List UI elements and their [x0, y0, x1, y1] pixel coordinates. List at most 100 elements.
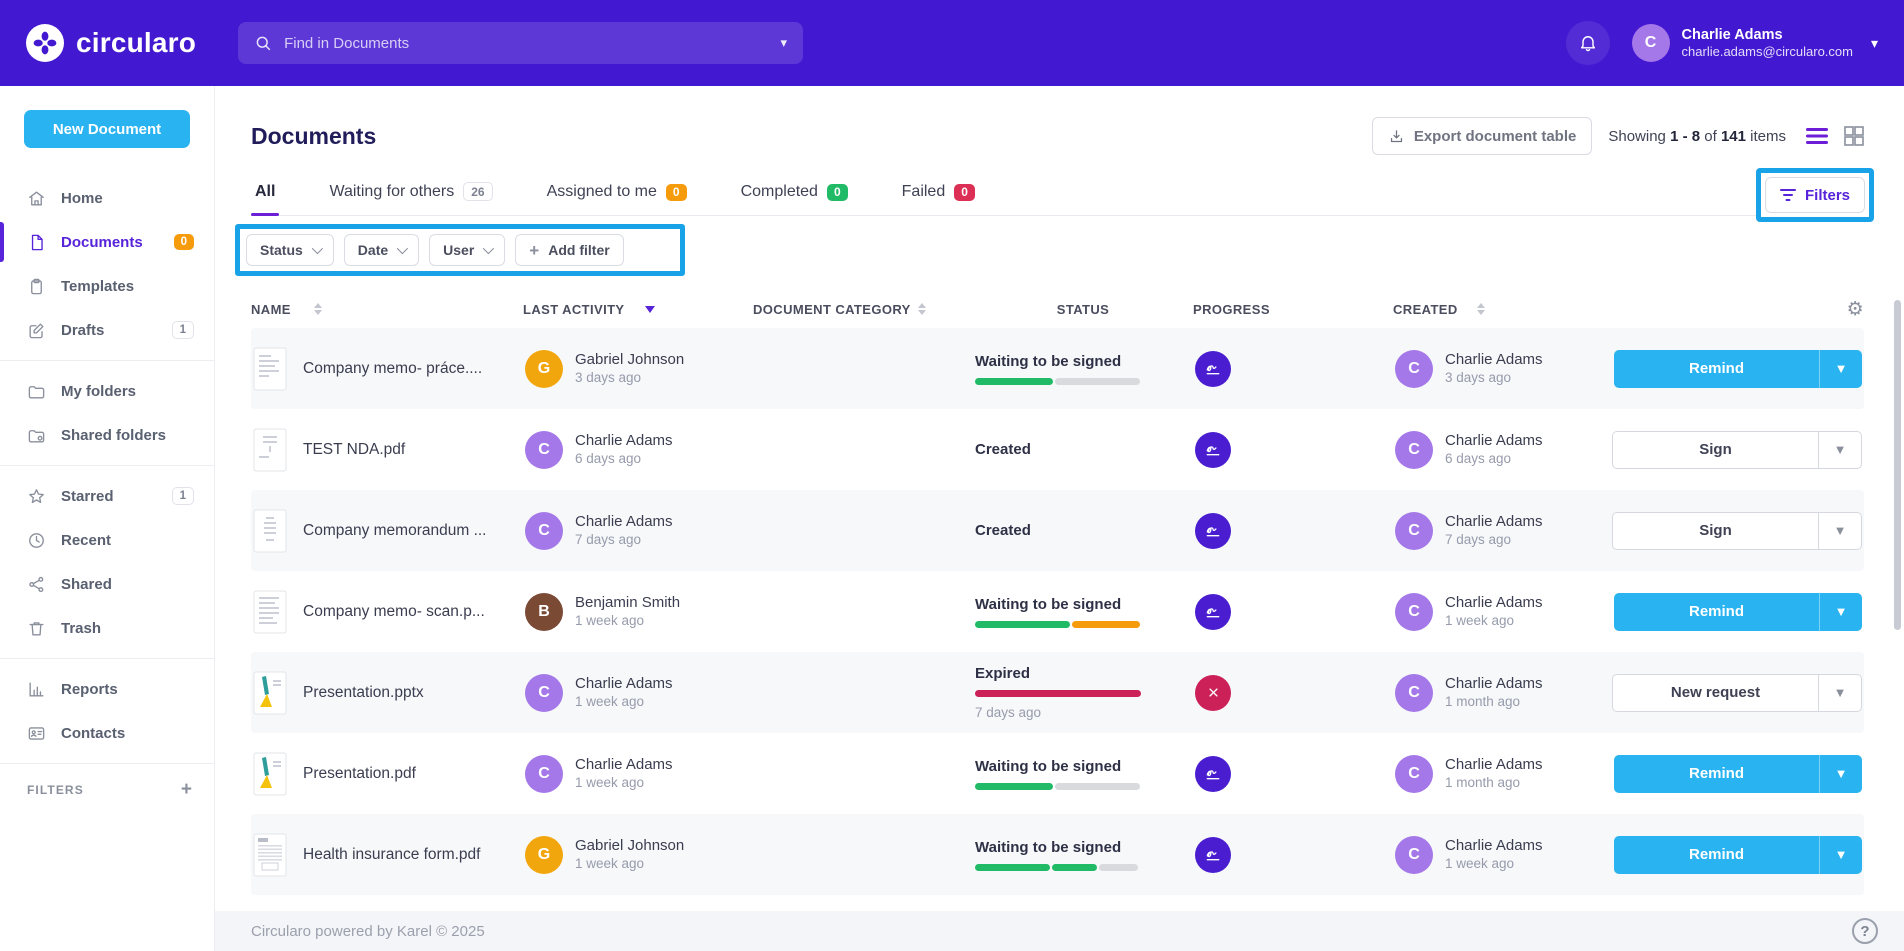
action-dropdown-caret[interactable]: ▼	[1819, 755, 1862, 793]
tab-badge: 26	[463, 182, 492, 201]
sidebar-item-home[interactable]: Home	[0, 176, 214, 220]
activity-time: 1 week ago	[575, 693, 673, 711]
user-menu[interactable]: C Charlie Adams charlie.adams@circularo.…	[1632, 24, 1878, 62]
grid-view-toggle[interactable]	[1844, 126, 1864, 146]
user-filter-chip[interactable]: User	[429, 234, 505, 266]
showing-count: Showing 1 - 8 of 141 items	[1608, 128, 1786, 145]
export-document-table-button[interactable]: Export document table	[1372, 117, 1593, 155]
remind-button[interactable]: Remind ▼	[1614, 593, 1862, 631]
divider	[0, 360, 214, 361]
remind-button[interactable]: Remind ▼	[1614, 350, 1862, 388]
sidebar-item-trash[interactable]: Trash	[0, 606, 214, 650]
date-filter-chip[interactable]: Date	[344, 234, 419, 266]
remind-button[interactable]: Remind ▼	[1614, 755, 1862, 793]
action-dropdown-caret[interactable]: ▼	[1819, 593, 1862, 631]
tab-failed[interactable]: Failed0	[898, 183, 979, 215]
table-row[interactable]: Presentation.pptx C Charlie Adams1 week …	[251, 652, 1864, 733]
table-header: NAME LAST ACTIVITY DOCUMENT CATEGORY STA…	[251, 290, 1864, 328]
sidebar-item-contacts[interactable]: Contacts	[0, 711, 214, 755]
table-row[interactable]: Presentation.pdf C Charlie Adams1 week a…	[251, 733, 1864, 814]
column-header-name[interactable]: NAME	[251, 302, 523, 317]
sort-icon[interactable]	[918, 303, 926, 315]
sign-button[interactable]: Sign ▼	[1612, 512, 1862, 550]
signature-progress-icon[interactable]	[1195, 432, 1231, 468]
vertical-scrollbar[interactable]	[1894, 300, 1901, 630]
document-name[interactable]: TEST NDA.pdf	[303, 441, 405, 459]
add-filter-chip[interactable]: +Add filter	[515, 234, 623, 266]
signature-progress-icon[interactable]	[1195, 513, 1231, 549]
sidebar-item-reports[interactable]: Reports	[0, 667, 214, 711]
sidebar-item-recent[interactable]: Recent	[0, 518, 214, 562]
document-name[interactable]: Presentation.pdf	[303, 765, 416, 783]
document-name[interactable]: Company memo- scan.p...	[303, 603, 485, 621]
new-request-button[interactable]: New request ▼	[1612, 674, 1862, 712]
star-icon	[27, 487, 46, 506]
sign-button[interactable]: Sign ▼	[1612, 431, 1862, 469]
search-input[interactable]	[284, 35, 768, 52]
document-name[interactable]: Company memorandum ...	[303, 522, 487, 540]
creator-name: Charlie Adams	[1445, 755, 1543, 775]
list-view-toggle[interactable]	[1806, 127, 1828, 145]
tab-assigned-to-me[interactable]: Assigned to me0	[543, 183, 691, 215]
column-header-last-activity[interactable]: LAST ACTIVITY	[523, 302, 753, 317]
remind-button[interactable]: Remind ▼	[1614, 836, 1862, 874]
sidebar-item-label: Shared folders	[61, 427, 166, 444]
status-cell: Created	[975, 522, 1195, 539]
signature-progress-icon[interactable]	[1195, 756, 1231, 792]
signature-progress-icon[interactable]	[1195, 837, 1231, 873]
failed-progress-icon[interactable]	[1195, 675, 1231, 711]
global-search[interactable]: ▾	[238, 22, 803, 64]
creator-avatar: C	[1395, 836, 1433, 874]
sort-icon[interactable]	[1477, 303, 1485, 315]
table-settings-gear-icon[interactable]: ⚙	[1847, 298, 1864, 320]
help-button[interactable]: ?	[1852, 918, 1878, 944]
action-dropdown-caret[interactable]: ▼	[1819, 350, 1862, 388]
sidebar-item-shared[interactable]: Shared	[0, 562, 214, 606]
sidebar-item-label: My folders	[61, 383, 136, 400]
document-name[interactable]: Company memo- práce....	[303, 360, 482, 378]
new-document-button[interactable]: New Document	[24, 110, 190, 148]
table-row[interactable]: Health insurance form.pdf G Gabriel John…	[251, 814, 1864, 895]
column-header-created[interactable]: CREATED	[1393, 302, 1609, 317]
activity-time: 7 days ago	[575, 531, 673, 549]
sort-desc-icon[interactable]	[645, 306, 655, 313]
tab-waiting-for-others[interactable]: Waiting for others26	[325, 182, 496, 215]
table-row[interactable]: Company memo- scan.p... B Benjamin Smith…	[251, 571, 1864, 652]
status-filter-chip[interactable]: Status	[246, 234, 334, 266]
document-name[interactable]: Health insurance form.pdf	[303, 846, 480, 864]
column-header-document-category[interactable]: DOCUMENT CATEGORY	[753, 302, 973, 317]
action-dropdown-caret[interactable]: ▼	[1819, 836, 1862, 874]
table-row[interactable]: TEST NDA.pdf C Charlie Adams6 days ago C…	[251, 409, 1864, 490]
user-menu-caret-icon: ▾	[1871, 35, 1878, 52]
sidebar-item-shared-folders[interactable]: Shared folders	[0, 413, 214, 457]
tab-completed[interactable]: Completed0	[737, 183, 852, 215]
action-dropdown-caret[interactable]: ▼	[1818, 675, 1861, 711]
sidebar-item-documents[interactable]: Documents 0	[0, 220, 214, 264]
sort-icon[interactable]	[314, 303, 322, 315]
action-dropdown-caret[interactable]: ▼	[1818, 432, 1861, 468]
sidebar-item-drafts[interactable]: Drafts 1	[0, 308, 214, 352]
add-filter-group-button[interactable]: +	[181, 780, 192, 799]
sidebar-item-my-folders[interactable]: My folders	[0, 369, 214, 413]
notifications-button[interactable]	[1566, 21, 1610, 65]
creator-name: Charlie Adams	[1445, 836, 1543, 856]
tab-all[interactable]: All	[251, 183, 279, 215]
sidebar-item-starred[interactable]: Starred 1	[0, 474, 214, 518]
filters-button[interactable]: Filters	[1765, 177, 1865, 213]
signature-progress-icon[interactable]	[1195, 594, 1231, 630]
action-dropdown-caret[interactable]: ▼	[1818, 513, 1861, 549]
brand-logo[interactable]: circularo	[26, 24, 196, 62]
creator-avatar: C	[1395, 431, 1433, 469]
table-row[interactable]: Company memorandum ... C Charlie Adams7 …	[251, 490, 1864, 571]
signature-progress-icon[interactable]	[1195, 351, 1231, 387]
pencil-square-icon	[27, 321, 46, 340]
status-cell: Created	[975, 441, 1195, 458]
status-label: Waiting to be signed	[975, 596, 1121, 613]
sidebar-item-templates[interactable]: Templates	[0, 264, 214, 308]
activity-avatar: C	[525, 674, 563, 712]
search-scope-caret-icon[interactable]: ▾	[781, 35, 788, 51]
created-time: 3 days ago	[1445, 369, 1543, 387]
sidebar-item-label: Starred	[61, 488, 114, 505]
table-row[interactable]: Company memo- práce.... G Gabriel Johnso…	[251, 328, 1864, 409]
document-name[interactable]: Presentation.pptx	[303, 684, 424, 702]
